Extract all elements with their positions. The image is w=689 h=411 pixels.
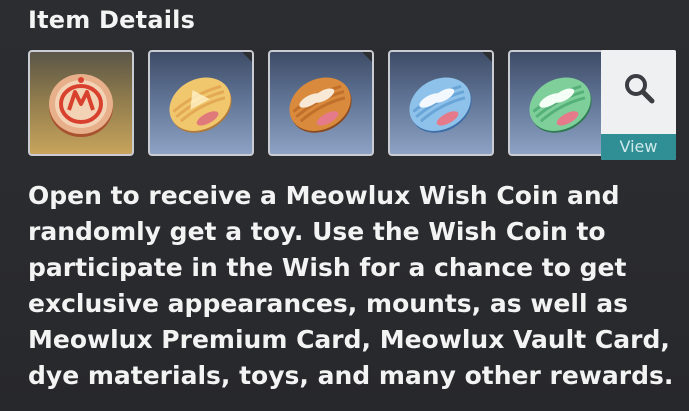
- description-line: randomly get a toy. Use the Wish Coin to: [28, 217, 606, 246]
- item-slot-row: View: [28, 50, 689, 160]
- magnifier-icon: [625, 74, 655, 104]
- description-line: dye materials, toys, and many other rewa…: [28, 361, 674, 390]
- orange-capsule-coin-icon: [289, 77, 352, 133]
- description-line: exclusive appearances, mounts, as well a…: [28, 289, 628, 318]
- item-slot-gold-capsule[interactable]: [148, 50, 254, 156]
- panel-title: Item Details: [28, 6, 196, 34]
- gold-capsule-coin-icon: [169, 77, 232, 133]
- view-button-label: View: [601, 134, 676, 160]
- item-description: Open to receive a Meowlux Wish Coin and …: [28, 178, 683, 394]
- view-button[interactable]: View: [601, 50, 676, 160]
- description-line: Open to receive a Meowlux Wish Coin and: [28, 181, 620, 210]
- item-slot-blue-capsule[interactable]: [388, 50, 494, 156]
- item-details-panel: Item Details View Open to receive a Meow…: [0, 0, 689, 411]
- item-slot-red-wish-coin[interactable]: [28, 50, 134, 156]
- item-slot-green-capsule[interactable]: [508, 50, 614, 156]
- description-line: participate in the Wish for a chance to …: [28, 253, 627, 282]
- blue-capsule-coin-icon: [409, 77, 472, 133]
- item-slot-orange-capsule[interactable]: [268, 50, 374, 156]
- description-line: Meowlux Premium Card, Meowlux Vault Card…: [28, 325, 670, 354]
- red-wish-coin-icon: [49, 74, 113, 137]
- green-capsule-coin-icon: [529, 77, 592, 133]
